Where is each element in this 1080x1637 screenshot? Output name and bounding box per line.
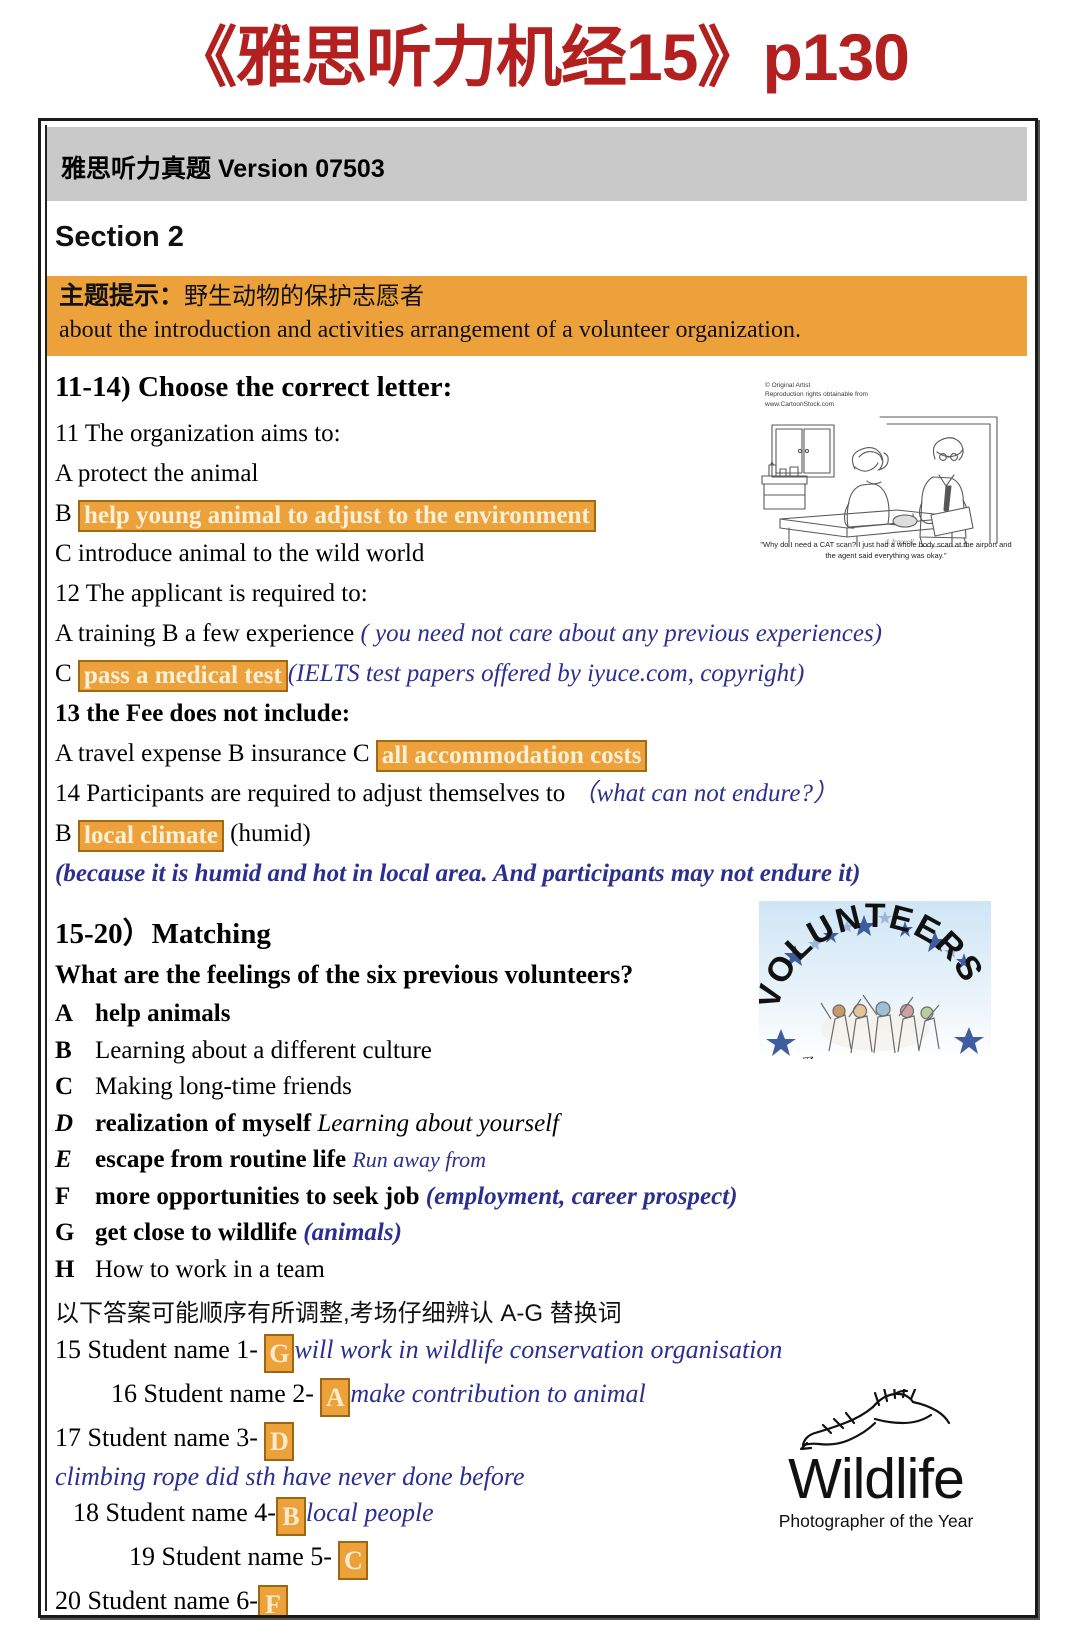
match-option-f: Fmore opportunities to seek job (employm… [55, 1179, 1025, 1215]
match-option-e-key: E [55, 1146, 72, 1173]
answer-17-letter[interactable]: D [264, 1422, 295, 1462]
match-option-e: Eescape from routine life Run away from [55, 1142, 1025, 1178]
answer-20-letter[interactable]: F [257, 1585, 288, 1615]
match-option-a: Ahelp animals [55, 996, 1025, 1032]
q13-options: A travel expense B insurance C all accom… [55, 736, 1025, 772]
version-label: 雅思听力真题 Version 07503 [61, 155, 385, 183]
answer-18-note: local people [305, 1498, 434, 1528]
q12-answer-highlight[interactable]: pass a medical test [77, 660, 288, 692]
q11-option-b-letter: B [55, 500, 72, 527]
q14-annotation: （what can not endure?） [571, 780, 838, 807]
q14-answer-highlight[interactable]: local climate [77, 820, 224, 852]
q14-option-b-letter: B [55, 820, 72, 847]
document-frame: 雅思听力真题 Version 07503 Section 2 主题提示：野生动物… [38, 118, 1038, 1618]
q14-tail-text: (humid) [230, 820, 311, 847]
match-option-d-key: D [55, 1109, 74, 1137]
match-option-g-key: G [55, 1219, 75, 1246]
match-option-a-text: help animals [95, 1000, 231, 1027]
topic-zh-line: 主题提示：野生动物的保护志愿者 [59, 280, 1027, 314]
q14-explanation: (because it is humid and hot in local ar… [55, 860, 861, 887]
part-two-heading: 15-20）Matching [55, 918, 271, 950]
q11-answer-highlight[interactable]: help young animal to adjust to the envir… [77, 500, 596, 532]
answer-row-15: 15 Student name 1- Gwill work in wildlif… [55, 1330, 1025, 1374]
answer-row-19: 19 Student name 5- C [55, 1537, 1025, 1581]
topic-band: 主题提示：野生动物的保护志愿者 about the introduction a… [47, 276, 1027, 356]
match-option-e-note: Run away from [352, 1147, 486, 1172]
answer-15-note: will work in wildlife conservation organ… [294, 1335, 783, 1364]
part-one-heading: 11-14) Choose the correct letter: [55, 371, 453, 403]
topic-en-text: about the introduction and activities ar… [59, 316, 801, 343]
q13-ab-text: A travel expense B insurance C [55, 740, 370, 767]
q11-stem: 11 The organization aims to: [55, 420, 341, 447]
q12-option-c-letter: C [55, 660, 72, 687]
q14-option-b: B local climate (humid) [55, 816, 1025, 852]
answer-18-letter[interactable]: B [275, 1497, 306, 1537]
section-heading: Section 2 [55, 221, 184, 253]
answer-19-label: 19 Student name 5- [129, 1542, 332, 1572]
answer-16-letter[interactable]: A [320, 1378, 351, 1418]
match-option-g-note: (animals) [303, 1219, 402, 1246]
topic-zh-text: 野生动物的保护志愿者 [184, 283, 425, 310]
q12-options-ab: A training B a few experience ( you need… [55, 616, 1025, 652]
answer-row-17: 17 Student name 3- D [55, 1418, 1025, 1462]
q14-stem-text: 14 Participants are required to adjust t… [55, 780, 566, 807]
match-option-b-key: B [55, 1036, 72, 1064]
match-option-d: Drealization of myself Learning about yo… [55, 1106, 1025, 1142]
match-option-h: H How to work in a team [55, 1252, 1025, 1288]
match-option-b: B Learning about a different culture [55, 1033, 1025, 1069]
q12-stem: 12 The applicant is required to: [55, 580, 368, 607]
match-option-f-text: more opportunities to seek job [95, 1182, 420, 1210]
match-option-f-key: F [55, 1182, 71, 1210]
match-option-c-text: Making long-time friends [95, 1073, 352, 1100]
answer-20-label: 20 Student name 6- [55, 1586, 258, 1616]
match-option-h-text: How to work in a team [95, 1255, 325, 1283]
match-option-e-text: escape from routine life [95, 1146, 347, 1173]
answer-15-letter[interactable]: G [264, 1334, 295, 1374]
answer-16-label: 16 Student name 2- [111, 1379, 314, 1409]
match-option-g-text: get close to wildlife [95, 1219, 298, 1246]
matching-chinese-hint: 以下答案可能顺序有所调整,考场仔细辨认 A-G 替换词 [55, 1300, 622, 1327]
match-option-a-key: A [55, 1000, 74, 1027]
q12-option-c: C pass a medical test (IELTS test papers … [55, 656, 1025, 692]
match-option-d-text: realization of myself [95, 1109, 312, 1137]
answer-row-18: 18 Student name 4- Blocal people [55, 1493, 1025, 1537]
match-option-b-text: Learning about a different culture [95, 1036, 432, 1064]
answer-row-16: 16 Student name 2- Amake contribution to… [55, 1374, 1025, 1418]
answer-19-letter[interactable]: C [338, 1541, 369, 1581]
topic-prefix: 主题提示： [59, 282, 185, 310]
q14-stem: 14 Participants are required to adjust t… [55, 776, 1025, 812]
q13-stem: 13 the Fee does not include: [55, 700, 351, 727]
q11-option-a: A protect the animal [55, 460, 259, 487]
match-option-c-key: C [55, 1073, 74, 1100]
answer-17-free-note: climbing rope did sth have never done be… [55, 1462, 525, 1492]
part-two-question: What are the feelings of the six previou… [55, 960, 634, 989]
page-title: 《雅思听力机经15》p130 [171, 20, 910, 94]
match-option-c: C Making long-time friends [55, 1069, 1025, 1105]
q13-answer-highlight[interactable]: all accommodation costs [375, 740, 648, 772]
match-option-g: Gget close to wildlife (animals) [55, 1215, 1025, 1251]
q11-option-b: B help young animal to adjust to the env… [55, 496, 1025, 532]
q12-ab-text: A training B a few experience [55, 620, 355, 647]
answer-17-label: 17 Student name 3- [55, 1423, 258, 1453]
q12-copyright-note: (IELTS test papers offered by iyuce.com,… [287, 660, 805, 687]
match-option-d-note: Learning about yourself [317, 1109, 560, 1137]
version-bar: 雅思听力真题 Version 07503 [47, 127, 1027, 201]
answer-15-label: 15 Student name 1- [55, 1335, 258, 1364]
questions-block: 11-14) Choose the correct letter: 11 The… [55, 371, 1025, 1616]
q12-ab-annotation: ( you need not care about any previous e… [360, 620, 883, 647]
match-option-f-note: (employment, career prospect) [425, 1182, 738, 1210]
answer-18-label: 18 Student name 4- [73, 1498, 276, 1528]
match-option-h-key: H [55, 1255, 75, 1283]
q11-option-c: C introduce animal to the wild world [55, 540, 425, 567]
answer-row-20: 20 Student name 6- F [55, 1581, 1025, 1616]
answer-16-note: make contribution to animal [350, 1379, 646, 1409]
